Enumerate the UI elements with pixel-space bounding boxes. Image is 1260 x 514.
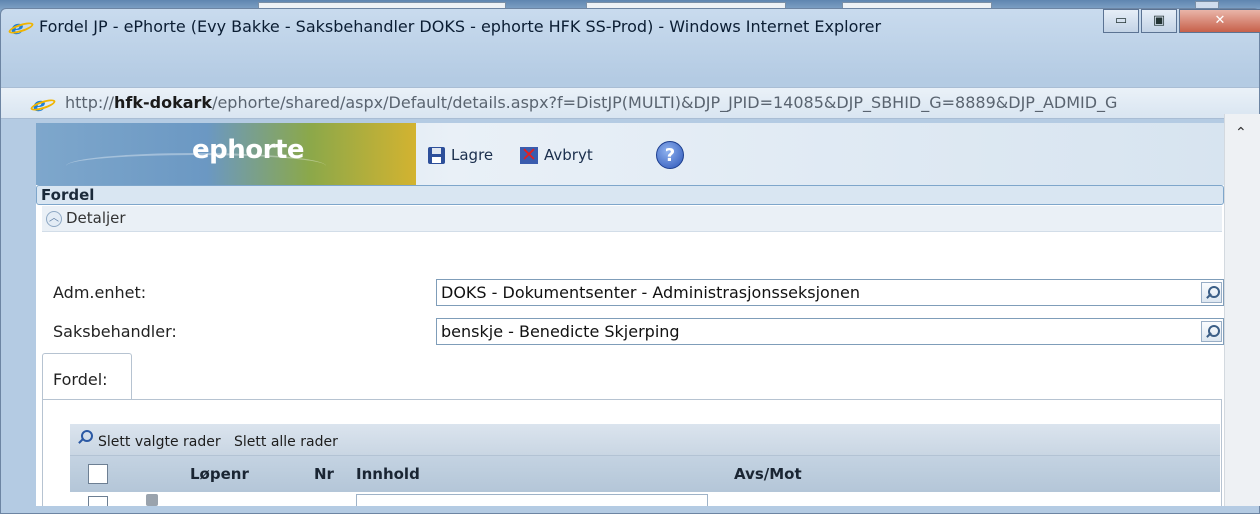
column-header-innhold[interactable]: Innhold (356, 465, 420, 483)
ie-logo-icon: e (7, 17, 35, 37)
row-checkbox[interactable] (88, 496, 108, 506)
delete-all-rows-link[interactable]: Slett alle rader (234, 434, 338, 450)
select-all-checkbox[interactable] (88, 464, 108, 484)
section-header: Fordel (36, 185, 1224, 205)
adm-enhet-label: Adm.enhet: (53, 283, 147, 302)
column-header-nr[interactable]: Nr (314, 465, 334, 483)
tab-panel-border (132, 399, 1222, 400)
save-label: Lagre (451, 146, 494, 164)
details-panel-header[interactable]: ︿ Detaljer (42, 206, 1222, 232)
logo-text: ephorte (192, 135, 305, 165)
saksbehandler-label: Saksbehandler: (53, 322, 177, 341)
help-icon[interactable]: ? (656, 141, 684, 169)
adm-enhet-field[interactable]: DOKS - Dokumentsenter - Administrasjonss… (436, 279, 1224, 306)
address-host: hfk-dokark (114, 93, 213, 112)
cancel-icon: ✕ (520, 143, 538, 166)
grid-header: Løpenr Nr Innhold Avs/Mot (70, 456, 1220, 492)
scroll-up-arrow-icon[interactable]: ⌃ (1235, 126, 1249, 140)
cancel-button[interactable]: ✕ Avbryt (520, 143, 593, 167)
saksbehandler-field[interactable]: benskje - Benedicte Skjerping (436, 318, 1224, 345)
innhold-cell-input[interactable] (356, 494, 708, 506)
delete-selected-rows-link[interactable]: Slett valgte rader (98, 434, 221, 450)
table-row[interactable] (70, 492, 1220, 506)
tab-fordel-label: Fordel: (53, 370, 108, 389)
close-button[interactable]: ✕ (1179, 9, 1260, 33)
column-header-lopenr[interactable]: Løpenr (190, 465, 249, 483)
tab-fordel[interactable]: Fordel: (42, 353, 132, 399)
app-header: ephorte Lagre ✕ Avbryt ? (36, 123, 1224, 185)
grid-toolbar: Slett valgte rader Slett alle rader (70, 424, 1220, 456)
saksbehandler-value: benskje - Benedicte Skjerping (441, 322, 680, 341)
collapse-chevron-icon[interactable]: ︿ (46, 211, 62, 227)
address-path: /ephorte/shared/aspx/Default/details.asp… (212, 93, 1118, 112)
address-url[interactable]: http://hfk-dokark/ephorte/shared/aspx/De… (65, 93, 1117, 112)
adm-enhet-value: DOKS - Dokumentsenter - Administrasjonss… (441, 283, 860, 302)
ie-page-icon: e (29, 94, 57, 114)
ephorte-logo: ephorte (36, 123, 416, 185)
search-icon[interactable] (78, 430, 93, 444)
address-bar[interactable]: e http://hfk-dokark/ephorte/shared/aspx/… (1, 87, 1259, 119)
vertical-scrollbar[interactable]: ⌃ (1224, 114, 1260, 506)
page-content: ephorte Lagre ✕ Avbryt ? Fordel ︿ Detalj… (36, 123, 1224, 506)
search-icon[interactable] (1201, 282, 1222, 303)
column-header-avs-mot[interactable]: Avs/Mot (734, 465, 802, 483)
document-icon (146, 494, 158, 506)
window-title: Fordel JP - ePhorte (Evy Bakke - Saksbeh… (39, 17, 882, 36)
cancel-label: Avbryt (544, 146, 593, 164)
section-title: Fordel (41, 186, 95, 204)
search-icon[interactable] (1201, 321, 1222, 342)
save-button[interactable]: Lagre (428, 143, 493, 167)
window-titlebar: e Fordel JP - ePhorte (Evy Bakke - Saksb… (1, 9, 1260, 81)
maximize-button[interactable]: ▣ (1141, 9, 1177, 33)
minimize-button[interactable]: ▭ (1103, 9, 1139, 33)
details-label: Detaljer (66, 209, 126, 227)
floppy-disk-icon (428, 146, 445, 164)
